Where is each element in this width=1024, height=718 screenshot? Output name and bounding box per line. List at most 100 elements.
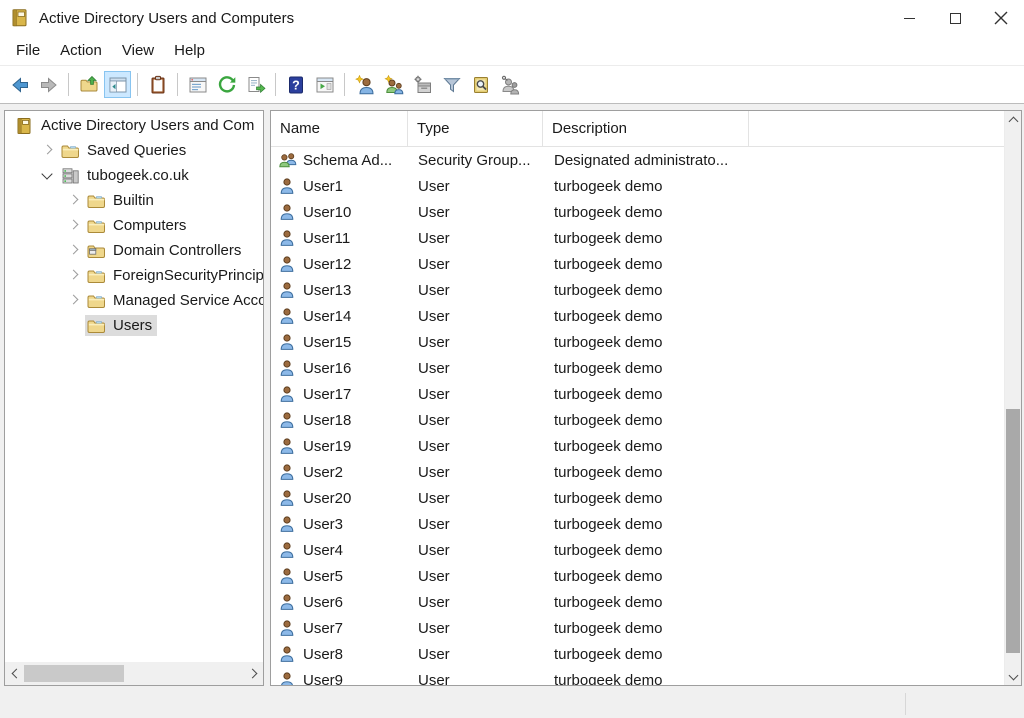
object-icon xyxy=(279,594,297,610)
tree-item[interactable]: Active Directory Users and Com xyxy=(5,113,263,138)
row-description: turbogeek demo xyxy=(543,386,749,403)
user-icon xyxy=(279,646,297,662)
user-icon xyxy=(279,256,297,272)
object-icon xyxy=(279,438,297,454)
refresh-button[interactable] xyxy=(213,71,240,98)
column-header-type[interactable]: Type xyxy=(408,111,543,146)
table-row[interactable]: User14 User turbogeek demo xyxy=(271,303,1004,329)
new-organizational-unit-icon xyxy=(413,75,433,95)
table-row[interactable]: User10 User turbogeek demo xyxy=(271,199,1004,225)
table-row[interactable]: User12 User turbogeek demo xyxy=(271,251,1004,277)
scroll-down-arrow[interactable] xyxy=(1005,668,1022,685)
window-list-button[interactable] xyxy=(184,71,211,98)
tree-item[interactable]: tubogeek.co.uk xyxy=(5,163,263,188)
filter-button[interactable] xyxy=(438,71,465,98)
up-one-level-button[interactable] xyxy=(75,71,102,98)
table-row[interactable]: User20 User turbogeek demo xyxy=(271,485,1004,511)
column-header-name[interactable]: Name xyxy=(271,111,408,146)
table-row[interactable]: User8 User turbogeek demo xyxy=(271,641,1004,667)
console-tree: Active Directory Users and Com xyxy=(5,111,263,338)
row-name: User7 xyxy=(303,620,343,637)
table-row[interactable]: User13 User turbogeek demo xyxy=(271,277,1004,303)
menu-action[interactable]: Action xyxy=(50,38,112,63)
tree-item[interactable]: Saved Queries xyxy=(5,138,263,163)
clipboard-button[interactable] xyxy=(144,71,171,98)
maximize-button[interactable] xyxy=(932,0,978,36)
tree-item[interactable]: Managed Service Accour xyxy=(5,288,263,313)
menu-help[interactable]: Help xyxy=(164,38,215,63)
new-group-button[interactable] xyxy=(380,71,407,98)
expander-icon[interactable] xyxy=(65,213,85,238)
user-icon xyxy=(279,308,297,324)
row-name: User11 xyxy=(303,230,350,247)
table-row[interactable]: User6 User turbogeek demo xyxy=(271,589,1004,615)
domain-controllers-folder-icon xyxy=(87,243,106,259)
table-row[interactable]: User4 User turbogeek demo xyxy=(271,537,1004,563)
expander-icon[interactable] xyxy=(65,313,85,338)
expander-icon[interactable] xyxy=(65,263,85,288)
table-row[interactable]: User9 User turbogeek demo xyxy=(271,667,1004,685)
table-row[interactable]: User15 User turbogeek demo xyxy=(271,329,1004,355)
table-row[interactable]: User18 User turbogeek demo xyxy=(271,407,1004,433)
row-description: turbogeek demo xyxy=(543,204,749,221)
column-header-description[interactable]: Description xyxy=(543,111,749,146)
scroll-right-arrow[interactable] xyxy=(244,662,263,685)
table-row[interactable]: User2 User turbogeek demo xyxy=(271,459,1004,485)
expander-icon[interactable] xyxy=(39,138,59,163)
table-row[interactable]: User7 User turbogeek demo xyxy=(271,615,1004,641)
toolbar-separator xyxy=(344,73,345,96)
table-row[interactable]: User17 User turbogeek demo xyxy=(271,381,1004,407)
vertical-scrollbar-thumb[interactable] xyxy=(1006,409,1020,653)
find-button[interactable] xyxy=(467,71,494,98)
scroll-up-arrow[interactable] xyxy=(1005,111,1022,128)
tree-item[interactable]: Builtin xyxy=(5,188,263,213)
horizontal-scrollbar-thumb[interactable] xyxy=(24,665,124,682)
table-row[interactable]: User11 User turbogeek demo xyxy=(271,225,1004,251)
table-row[interactable]: User19 User turbogeek demo xyxy=(271,433,1004,459)
tree-item[interactable]: Domain Controllers xyxy=(5,238,263,263)
show-console-tree-button[interactable] xyxy=(104,71,131,98)
up-one-level-icon xyxy=(79,75,99,95)
menu-view[interactable]: View xyxy=(112,38,164,63)
object-icon xyxy=(279,308,297,324)
minimize-button[interactable] xyxy=(886,0,932,36)
new-organizational-unit-button[interactable] xyxy=(409,71,436,98)
expander-icon[interactable] xyxy=(39,163,59,188)
row-name: Schema Ad... xyxy=(303,152,392,169)
object-icon xyxy=(279,256,297,272)
row-description: turbogeek demo xyxy=(543,594,749,611)
list-vertical-scrollbar[interactable] xyxy=(1004,111,1021,685)
table-row[interactable]: User16 User turbogeek demo xyxy=(271,355,1004,381)
delegate-control-button[interactable] xyxy=(496,71,523,98)
expander-icon[interactable] xyxy=(65,288,85,313)
back-button[interactable] xyxy=(6,71,33,98)
export-list-button[interactable] xyxy=(242,71,269,98)
table-row[interactable]: Schema Ad... Security Group... Designate… xyxy=(271,147,1004,173)
new-group-icon xyxy=(384,75,404,95)
tree-item[interactable]: Computers xyxy=(5,213,263,238)
expander-icon[interactable] xyxy=(65,238,85,263)
menu-file[interactable]: File xyxy=(6,38,50,63)
tree-horizontal-scrollbar[interactable] xyxy=(5,662,263,685)
table-row[interactable]: User5 User turbogeek demo xyxy=(271,563,1004,589)
tree-item-icon xyxy=(61,168,80,184)
tree-item[interactable]: Users xyxy=(5,313,263,338)
show-action-pane-button[interactable] xyxy=(311,71,338,98)
row-description: Designated administrato... xyxy=(543,152,749,169)
table-row[interactable]: User1 User turbogeek demo xyxy=(271,173,1004,199)
console-tree-pane: Active Directory Users and Com xyxy=(4,110,264,686)
domain-icon xyxy=(61,168,80,184)
tree-item-label: Active Directory Users and Com xyxy=(41,117,254,134)
scroll-left-arrow[interactable] xyxy=(5,662,24,685)
tree-item-label: Domain Controllers xyxy=(113,242,241,259)
table-row[interactable]: User3 User turbogeek demo xyxy=(271,511,1004,537)
close-button[interactable] xyxy=(978,0,1024,36)
folder-icon xyxy=(87,318,106,334)
new-user-button[interactable] xyxy=(351,71,378,98)
toolbar-separator xyxy=(68,73,69,96)
expander-icon[interactable] xyxy=(65,188,85,213)
forward-button[interactable] xyxy=(35,71,62,98)
object-icon xyxy=(279,178,297,194)
help-button[interactable]: ? xyxy=(282,71,309,98)
tree-item[interactable]: ForeignSecurityPrincipals xyxy=(5,263,263,288)
